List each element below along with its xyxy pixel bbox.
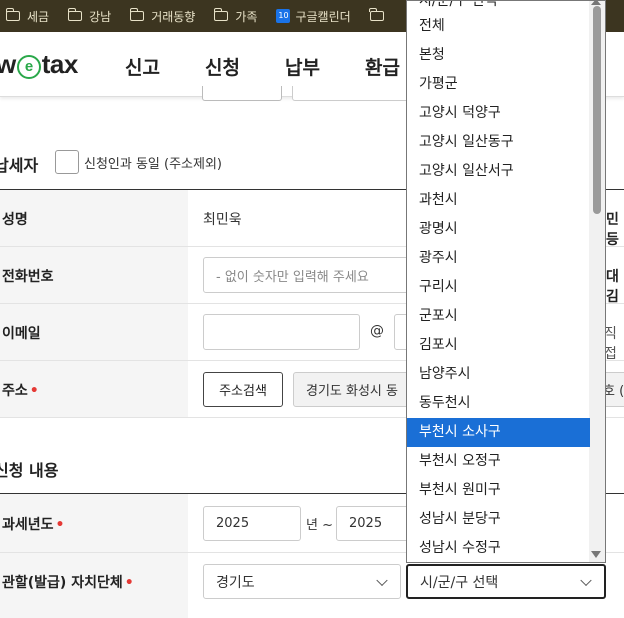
bookmark-label: 세금 bbox=[27, 9, 50, 24]
province-select[interactable]: 경기도 bbox=[203, 564, 401, 599]
dropdown-option[interactable]: 고양시 덕양구 bbox=[407, 99, 590, 128]
name-row-header bbox=[0, 190, 188, 246]
dropdown-option[interactable]: 부천시 오정구 bbox=[407, 447, 590, 476]
province-value: 경기도 bbox=[216, 574, 255, 591]
dropdown-option[interactable]: 고양시 일산서구 bbox=[407, 157, 590, 186]
city-select[interactable]: 시/군/구 선택 bbox=[406, 564, 606, 599]
section-title-request: 신청 내용 bbox=[0, 461, 59, 480]
nav-menu-apply[interactable]: 신청 bbox=[205, 53, 240, 80]
folder-icon bbox=[369, 8, 384, 21]
name-value: 최민욱 bbox=[203, 212, 242, 228]
email-label: 이메일 bbox=[2, 326, 41, 342]
folder-icon bbox=[67, 8, 83, 21]
representative-label: 대김 bbox=[606, 269, 619, 305]
phone-input[interactable]: - 없이 숫자만 입력해 주세요 bbox=[203, 257, 423, 293]
dropdown-option[interactable]: 성남시 수정구 bbox=[407, 534, 590, 562]
resident-number-label: 민등 bbox=[606, 212, 619, 248]
dropdown-option[interactable]: 구리시 bbox=[407, 273, 590, 302]
required-marker: • bbox=[29, 383, 39, 399]
nav-menu-refund[interactable]: 환급 bbox=[365, 53, 400, 80]
city-dropdown-list[interactable]: 시/군/구 선택 전체 본청 가평군 고양시 덕양구 고양시 일산동구 고양시 일산서구 과… bbox=[406, 0, 606, 563]
section-title-taxpayer: 납세자 bbox=[0, 156, 39, 175]
wetax-logo[interactable]: w e tax bbox=[0, 49, 78, 80]
bookmark-item[interactable]: 강남 bbox=[67, 8, 112, 25]
address-value: 경기도 화성시 동 bbox=[306, 384, 398, 399]
calendar-icon: 10 bbox=[276, 9, 291, 23]
dropdown-option[interactable]: 전체 bbox=[407, 12, 590, 41]
logo-text-w: w bbox=[0, 49, 16, 79]
bookmark-label: 가족 bbox=[235, 9, 258, 24]
dropdown-option[interactable]: 고양시 일산동구 bbox=[407, 128, 590, 157]
nav-menu-report[interactable]: 신고 bbox=[125, 53, 160, 80]
nav-menu-pay[interactable]: 납부 bbox=[285, 53, 320, 80]
address-search-button[interactable]: 주소검색 bbox=[203, 372, 283, 407]
scroll-down-arrow-icon[interactable] bbox=[591, 551, 601, 558]
dropdown-option[interactable]: 부천시 원미구 bbox=[407, 476, 590, 505]
email-direct-input-label: 직접 bbox=[604, 326, 617, 362]
bookmark-item[interactable]: 10 구글캘린더 bbox=[276, 8, 351, 25]
dropdown-option[interactable]: 성남시 분당구 bbox=[407, 505, 590, 534]
hidden-input-stub bbox=[292, 86, 414, 101]
folder-icon bbox=[5, 8, 20, 21]
address-detail-value: 호 ( bbox=[603, 384, 624, 399]
bookmark-item[interactable]: 세금 bbox=[5, 8, 50, 25]
tax-year-to-value: 2025 bbox=[349, 516, 383, 531]
dropdown-option[interactable]: 과천시 bbox=[407, 186, 590, 215]
bookmark-label: 강남 bbox=[89, 9, 112, 24]
dropdown-option[interactable]: 부천시 소사구 bbox=[407, 418, 590, 447]
dropdown-option[interactable]: 가평군 bbox=[407, 70, 590, 99]
phone-placeholder: - 없이 숫자만 입력해 주세요 bbox=[216, 269, 369, 285]
logo-e-circle: e bbox=[16, 55, 41, 79]
email-at-sign: @ bbox=[370, 323, 384, 339]
dropdown-option[interactable]: 본청 bbox=[407, 41, 590, 70]
address-label: 주소 • bbox=[2, 380, 39, 400]
folder-icon bbox=[129, 8, 145, 21]
chevron-down-icon bbox=[580, 574, 592, 586]
dropdown-option[interactable]: 광명시 bbox=[407, 215, 590, 244]
scrollbar-thumb[interactable] bbox=[593, 6, 601, 214]
dropdown-scrollbar[interactable] bbox=[589, 1, 605, 562]
email-id-input[interactable] bbox=[203, 314, 360, 350]
city-select-value: 시/군/구 선택 bbox=[420, 574, 499, 591]
scroll-up-arrow-icon[interactable] bbox=[591, 1, 601, 5]
chevron-down-icon bbox=[376, 574, 388, 586]
bookmark-item[interactable]: 가족 bbox=[213, 8, 258, 25]
dropdown-option[interactable]: 남양주시 bbox=[407, 360, 590, 389]
name-label: 성명 bbox=[2, 212, 28, 228]
bookmark-item[interactable]: 거래동향 bbox=[129, 8, 196, 25]
same-as-applicant-checkbox[interactable] bbox=[55, 150, 79, 174]
tax-year-separator: 년 ~ bbox=[306, 518, 333, 533]
dropdown-option[interactable]: 동두천시 bbox=[407, 389, 590, 418]
hidden-button-stub bbox=[202, 86, 282, 101]
tax-year-from-value: 2025 bbox=[216, 516, 250, 531]
address-label-text: 주소 bbox=[2, 383, 28, 399]
tax-year-label-text: 과세년도 bbox=[2, 517, 54, 533]
logo-text-tax: tax bbox=[41, 49, 79, 79]
same-as-applicant-label: 신청인과 동일 (주소제외) bbox=[84, 157, 223, 172]
tax-year-label: 과세년도 • bbox=[2, 514, 64, 534]
jurisdiction-label: 관할(발급) 자치단체 • bbox=[2, 572, 134, 592]
phone-label: 전화번호 bbox=[2, 269, 54, 285]
bookmark-label: 거래동향 bbox=[151, 9, 196, 24]
bookmark-label: 구글캘린더 bbox=[295, 9, 351, 24]
bookmark-item[interactable] bbox=[369, 8, 391, 21]
folder-icon bbox=[213, 8, 229, 21]
dropdown-option[interactable]: 광주시 bbox=[407, 244, 590, 273]
tax-year-from-input[interactable]: 2025 bbox=[203, 506, 301, 541]
dropdown-option[interactable]: 김포시 bbox=[407, 331, 590, 360]
jurisdiction-label-text: 관할(발급) 자치단체 bbox=[2, 575, 123, 591]
dropdown-option[interactable]: 군포시 bbox=[407, 302, 590, 331]
required-marker: • bbox=[55, 517, 65, 533]
required-marker: • bbox=[124, 575, 134, 591]
